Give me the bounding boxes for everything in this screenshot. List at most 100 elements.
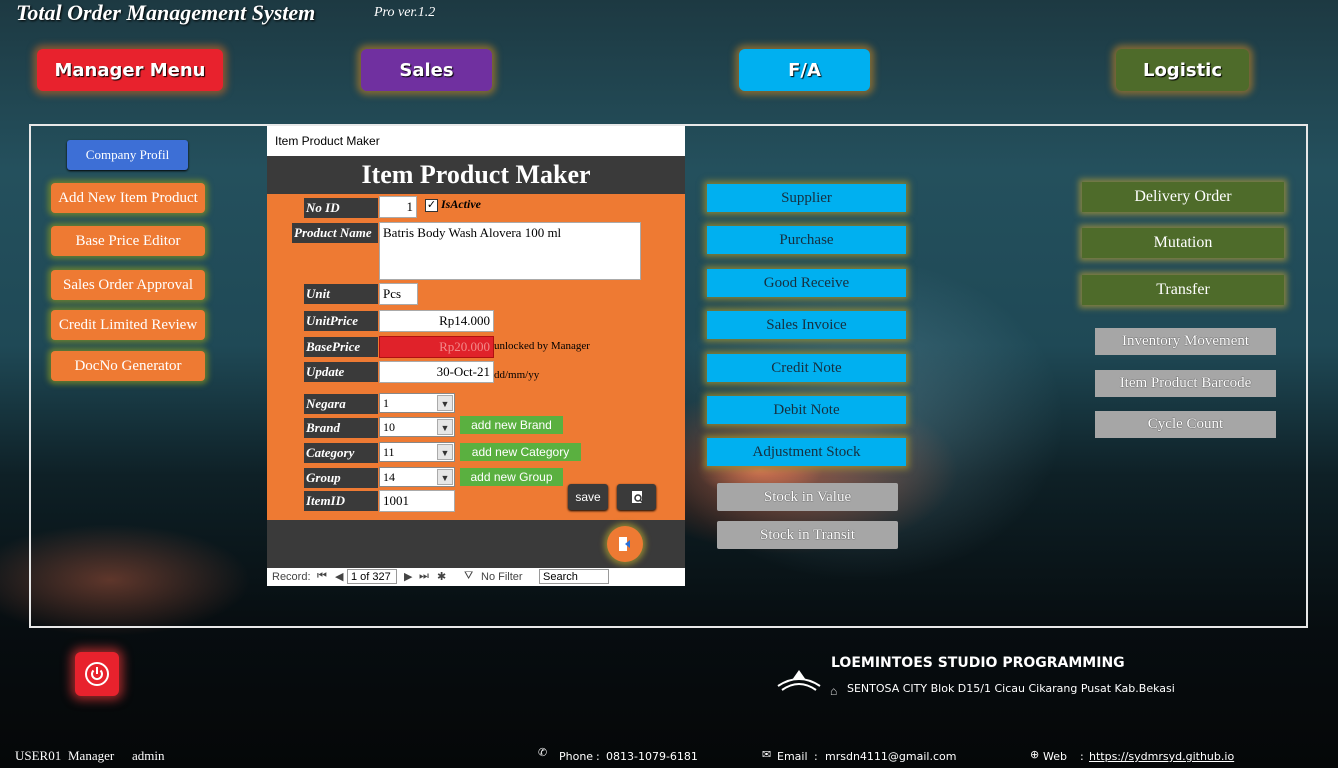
unit-price-field[interactable]: Rp14.000 [379,310,494,332]
negara-select[interactable]: 1 ▼ [379,393,455,413]
item-product-barcode-button[interactable]: Item Product Barcode [1095,370,1276,397]
footer-login: admin [132,748,165,763]
next-record-icon[interactable]: ▶ [404,570,412,583]
delivery-order-button[interactable]: Delivery Order [1082,182,1284,212]
globe-icon: ⊕ [1030,748,1040,761]
unit-price-label: UnitPrice [304,311,378,331]
brand-value: 10 [383,420,395,434]
app-title: Total Order Management System [16,0,316,25]
last-record-icon[interactable]: ⏭ [419,570,429,583]
credit-note-button[interactable]: Credit Note [707,354,906,382]
phone-number: 0813-1079-6181 [606,750,698,763]
email-separator: : [814,750,818,763]
print-preview-button[interactable] [617,484,656,510]
company-address: SENTOSA CITY Blok D15/1 Cicau Cikarang P… [847,682,1175,695]
item-id-field[interactable]: 1001 [379,490,455,512]
app-version: Pro ver.1.2 [374,5,436,20]
phone-separator: : [596,750,600,763]
form-window-title: Item Product Maker [267,126,685,156]
category-value: 11 [383,445,395,459]
fa-button[interactable]: F/A [739,49,870,91]
add-new-group-button[interactable]: add new Group [460,468,563,486]
transfer-button[interactable]: Transfer [1082,275,1284,305]
group-label: Group [304,468,378,488]
record-position-field[interactable]: 1 of 327 [347,569,397,584]
cycle-count-button[interactable]: Cycle Count [1095,411,1276,438]
web-label: Web [1043,750,1067,763]
docno-generator-button[interactable]: DocNo Generator [51,351,205,381]
unit-field[interactable]: Pcs [379,283,418,305]
group-select[interactable]: 14 ▼ [379,467,455,487]
category-label: Category [304,443,378,463]
company-profil-button[interactable]: Company Profil [67,140,188,170]
email-label: Email [777,750,808,763]
first-record-icon[interactable]: ⏮ [317,570,327,583]
unit-label: Unit [304,284,378,304]
brand-label: Brand [304,418,378,438]
negara-value: 1 [383,396,389,410]
update-label: Update [304,362,378,382]
is-active-label: IsActive [441,197,481,211]
good-receive-button[interactable]: Good Receive [707,269,906,297]
sales-button[interactable]: Sales [361,49,492,91]
is-active-checkbox[interactable]: ✓ [425,199,438,212]
brand-select[interactable]: 10 ▼ [379,417,455,437]
group-value: 14 [383,470,395,484]
company-logo [777,670,821,691]
add-new-item-product-button[interactable]: Add New Item Product [51,183,205,213]
supplier-button[interactable]: Supplier [707,184,906,212]
product-name-field[interactable]: Batris Body Wash Alovera 100 ml [379,222,641,280]
debit-note-button[interactable]: Debit Note [707,396,906,424]
stock-in-value-button[interactable]: Stock in Value [717,483,898,511]
no-id-field[interactable]: 1 [379,196,417,218]
company-name: LOEMINTOES STUDIO PROGRAMMING [831,655,1125,671]
update-field[interactable]: 30-Oct-21 [379,361,494,383]
email-icon: ✉ [762,748,772,761]
base-price-note: unlocked by Manager [494,340,590,352]
purchase-button[interactable]: Purchase [707,226,906,254]
inventory-movement-button[interactable]: Inventory Movement [1095,328,1276,355]
product-name-label: Product Name [292,223,378,243]
phone-label: Phone [559,750,594,763]
save-button[interactable]: save [568,484,608,510]
new-record-icon[interactable]: ✱ [437,570,446,583]
chevron-down-icon[interactable]: ▼ [437,444,453,460]
record-navigator: Record: ⏮ ◀ 1 of 327 ▶ ⏭ ✱ ⛛ No Filter S… [267,568,685,586]
sales-invoice-button[interactable]: Sales Invoice [707,311,906,339]
close-form-button[interactable] [607,526,643,562]
chevron-down-icon[interactable]: ▼ [437,469,453,485]
item-product-maker-form: Item Product Maker Item Product Maker No… [267,126,685,586]
base-price-field[interactable]: Rp20.000 [379,336,494,358]
email-address: mrsdn4111@gmail.com [825,750,957,763]
no-filter-label[interactable]: No Filter [481,571,523,583]
record-label: Record: [272,571,311,583]
mutation-button[interactable]: Mutation [1082,228,1284,258]
form-footer [267,520,685,568]
item-id-label: ItemID [304,491,378,511]
home-icon: ⌂ [830,684,838,698]
base-price-editor-button[interactable]: Base Price Editor [51,226,205,256]
form-header: Item Product Maker [267,156,685,194]
chevron-down-icon[interactable]: ▼ [437,395,453,411]
sales-order-approval-button[interactable]: Sales Order Approval [51,270,205,300]
chevron-down-icon[interactable]: ▼ [437,419,453,435]
credit-limited-review-button[interactable]: Credit Limited Review [51,310,205,340]
category-select[interactable]: 11 ▼ [379,442,455,462]
power-button[interactable] [75,652,119,696]
web-link[interactable]: https://sydmrsyd.github.io [1089,750,1234,763]
update-format-note: dd/mm/yy [494,369,540,381]
add-new-brand-button[interactable]: add new Brand [460,416,563,434]
web-separator: : [1080,750,1084,763]
stock-in-transit-button[interactable]: Stock in Transit [717,521,898,549]
exit-door-icon [619,537,630,551]
adjustment-stock-button[interactable]: Adjustment Stock [707,438,906,466]
manager-menu-button[interactable]: Manager Menu [37,49,223,91]
filter-icon[interactable]: ⛛ [464,570,473,583]
print-preview-icon [631,491,644,504]
add-new-category-button[interactable]: add new Category [460,443,581,461]
no-id-label: No ID [304,198,378,218]
search-field[interactable]: Search [539,569,609,584]
footer-user: USER01 [15,748,62,763]
logistic-button[interactable]: Logistic [1116,49,1249,91]
previous-record-icon[interactable]: ◀ [335,570,343,583]
